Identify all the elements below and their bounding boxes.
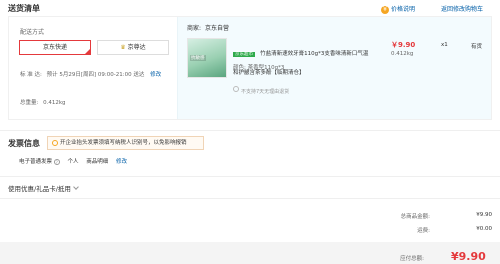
coupon-toggle[interactable]: 使用优惠/礼品卡/抵用 xyxy=(8,183,79,193)
divider xyxy=(0,176,500,177)
selected-corner-icon xyxy=(84,48,91,55)
product-name-block[interactable]: 京东超市 竹盐清新速效牙膏110g*3支香味清新口气温和护龈含茶多酚【临期清仓】 xyxy=(233,40,373,78)
price-info-icon: ￥ xyxy=(381,5,389,14)
delivery-time-label: 标 准 达: xyxy=(20,72,42,78)
return-info-icon xyxy=(233,85,239,92)
price-note-label: 价格说明 xyxy=(391,6,416,13)
product-color: 颜色: 茶香型110g*3 xyxy=(233,65,285,71)
invoice-content: 商品明细 xyxy=(86,159,109,165)
invoice-details-row: 电子普通发票 ? 个人 商品明细 修改 xyxy=(19,157,127,165)
invoice-type: 电子普通发票 xyxy=(19,159,53,165)
delivery-option-jd-express[interactable]: 京东快递 xyxy=(19,40,91,55)
crown-icon: ♛ xyxy=(120,44,126,51)
section-title-invoice: 发票信息 xyxy=(8,139,40,148)
delivery-option-jd-label: 京东快递 xyxy=(42,44,67,51)
delivery-time-row: 标 准 达: 预计 5月29日[周四] 09:00-21:00 送达 修改 xyxy=(20,70,161,78)
product-price: ￥9.90 xyxy=(391,41,416,49)
coupon-title: 使用优惠/礼品卡/抵用 xyxy=(8,185,71,193)
total-weight-row: 总重量: 0.412kg xyxy=(20,98,66,106)
payable-value: ¥9.90 xyxy=(451,250,486,263)
delivery-method-label: 配送方式 xyxy=(20,29,45,36)
seller-row: 商家: 京东自营 xyxy=(187,23,229,32)
total-weight-value: 0.412kg xyxy=(43,100,66,106)
invoice-tip: 开企业抬头发票须填写纳税人识别号，以免影响报销 xyxy=(47,136,204,150)
product-weight: 0.412kg xyxy=(391,51,414,57)
payable-label: 应付总额: xyxy=(400,256,424,262)
divider xyxy=(0,130,500,131)
product-stock: 有货 xyxy=(471,44,483,50)
return-policy-text: 不支持7天无理由退货 xyxy=(241,89,290,95)
goods-total-label: 总商品金额: xyxy=(400,214,430,220)
invoice-tip-text: 开企业抬头发票须填写纳税人识别号，以免影响报销 xyxy=(60,140,187,146)
product-thumb-label: 抗敏感 xyxy=(190,55,206,61)
invoice-modify-link[interactable]: 修改 xyxy=(116,159,127,165)
shipping-label: 运费: xyxy=(417,228,430,234)
delivery-option-jingzhunda[interactable]: ♛ 京尊达 xyxy=(97,40,169,55)
chevron-down-icon xyxy=(73,184,79,190)
tip-icon xyxy=(52,139,58,146)
price-note-link[interactable]: ￥ 价格说明 xyxy=(381,4,415,14)
seller-name: 京东自营 xyxy=(204,25,229,32)
divider xyxy=(0,198,500,199)
product-tag: 京东超市 xyxy=(233,52,255,57)
invoice-holder: 个人 xyxy=(67,159,79,165)
delivery-time-value: 预计 5月29日[周四] 09:00-21:00 送达 xyxy=(46,72,145,78)
section-title-delivery: 送货清单 xyxy=(8,4,40,13)
seller-label: 商家: xyxy=(187,25,202,32)
delivery-time-modify-link[interactable]: 修改 xyxy=(150,72,161,78)
goods-total-value: ¥9.90 xyxy=(476,212,492,218)
return-policy-row: 不支持7天无理由退货 xyxy=(233,78,289,97)
product-thumbnail[interactable]: 抗敏感 xyxy=(187,38,227,78)
payable-bar xyxy=(0,242,500,264)
delivery-option-jingzhunda-label: 京尊达 xyxy=(127,44,146,51)
help-icon[interactable]: ? xyxy=(53,158,60,165)
product-quantity: x1 xyxy=(441,42,448,48)
back-to-cart-link[interactable]: 返回修改购物车 xyxy=(441,4,483,13)
total-weight-label: 总重量: xyxy=(20,100,39,106)
shipping-value: ¥0.00 xyxy=(476,226,492,232)
